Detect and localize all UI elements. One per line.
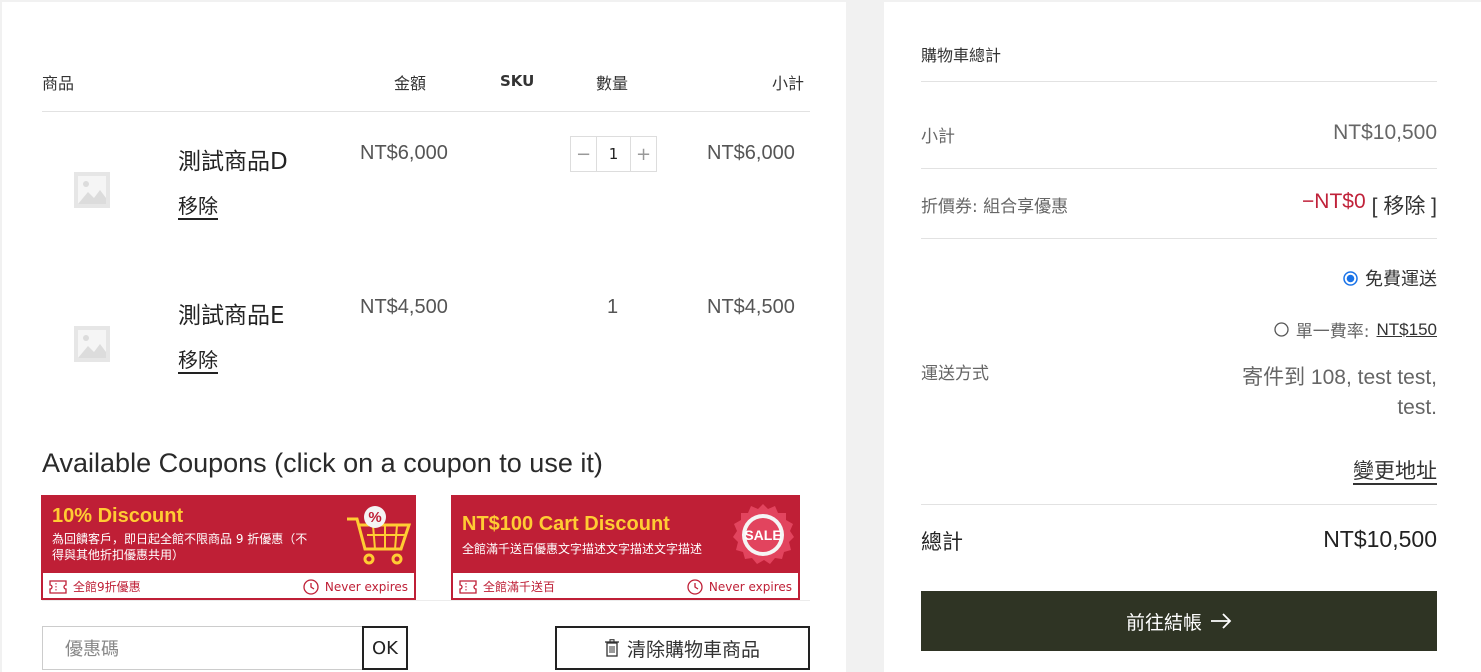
coupon-code-wrap: 全館9折優惠	[49, 578, 141, 595]
trash-icon	[604, 639, 619, 657]
shopping-cart-discount-icon: %	[347, 506, 412, 565]
divider	[921, 504, 1437, 505]
coupon-header: NT$100 Cart Discount 全館滿千送百優惠文字描述文字描述文字描…	[453, 497, 798, 573]
placeholder-image-icon	[74, 326, 110, 362]
product-name[interactable]: 測試商品D	[178, 142, 288, 176]
ship-to-address-line2: test.	[1397, 396, 1437, 419]
coupon-footer: 全館滿千送百 Never expires	[453, 573, 798, 600]
clear-cart-button[interactable]: 清除購物車商品	[555, 626, 810, 670]
coupon-footer: 全館9折優惠 Never expires	[43, 573, 414, 600]
coupon-badge: %	[368, 509, 381, 526]
coupon-badge: SALE	[744, 527, 781, 543]
ticket-icon	[49, 579, 67, 594]
header-price: 金額	[394, 74, 427, 93]
product-name[interactable]: 測試商品E	[178, 296, 285, 330]
arrow-right-icon	[1211, 613, 1232, 629]
shipping-option-flat[interactable]: 單一費率: NT$150	[1274, 317, 1437, 342]
coupon-desc: 為回饋客戶，即日起全館不限商品 9 折優惠（不	[52, 532, 308, 546]
ship-to-address: 寄件到 108, test test,	[1242, 366, 1437, 389]
coupons-title: Available Coupons (click on a coupon to …	[42, 448, 603, 478]
header-sku: SKU	[500, 72, 535, 90]
shipping-free-label: 免費運送	[1365, 269, 1437, 290]
sale-badge-icon: SALE	[733, 504, 794, 564]
coupon-card[interactable]: NT$100 Cart Discount 全館滿千送百優惠文字描述文字描述文字描…	[451, 495, 800, 600]
total-label: 總計	[921, 530, 963, 554]
coupon-desc-line2: 得與其他折扣優惠共用）	[52, 548, 185, 562]
coupon-expiry-wrap: Never expires	[687, 578, 792, 595]
coupon-divider	[42, 600, 810, 601]
clock-icon	[303, 578, 319, 595]
shipping-flat-price: NT$150	[1376, 319, 1437, 339]
plus-icon[interactable]: +	[631, 137, 656, 171]
clear-cart-label: 清除購物車商品	[626, 638, 760, 661]
coupon-title: 10% Discount	[52, 505, 184, 527]
coupon-code-wrap: 全館滿千送百	[459, 578, 555, 595]
radio-unchecked-icon[interactable]	[1274, 322, 1289, 337]
radio-checked-icon[interactable]	[1343, 270, 1358, 286]
coupon-expiry: Never expires	[708, 579, 792, 594]
quantity-stepper[interactable]: − 1 +	[570, 136, 657, 172]
remove-coupon-link[interactable]: [ 移除 ]	[1372, 190, 1437, 220]
product-subtotal: NT$4,500	[707, 296, 795, 318]
quantity-value: 1	[607, 296, 619, 318]
product-subtotal: NT$6,000	[707, 142, 795, 164]
coupon-code-input[interactable]: 優惠碼	[42, 626, 364, 670]
shipping-flat-label: 單一費率:	[1295, 322, 1370, 342]
header-product: 商品	[42, 74, 75, 93]
proceed-to-checkout-button[interactable]: 前往結帳	[921, 591, 1437, 651]
coupon-code: 全館滿千送百	[483, 580, 556, 594]
product-price: NT$6,000	[360, 142, 448, 164]
quantity-value[interactable]: 1	[596, 137, 631, 171]
coupon-desc: 全館滿千送百優惠文字描述文字描述文字描述	[462, 542, 703, 556]
remove-link[interactable]: 移除	[178, 190, 218, 219]
subtotal-label: 小計	[921, 127, 955, 147]
shipping-label: 運送方式	[921, 364, 989, 384]
divider	[921, 238, 1437, 239]
coupon-header: 10% Discount 為回饋客戶，即日起全館不限商品 9 折優惠（不 得與其…	[43, 497, 414, 573]
shipping-option-free[interactable]: 免費運送	[1343, 265, 1437, 291]
cart-totals-panel: 購物車總計 小計 NT$10,500 折價券: 組合享優惠 −NT$0 [ 移除…	[884, 2, 1481, 672]
header-divider	[42, 111, 810, 112]
coupon-discount-value: −NT$0	[1302, 190, 1366, 213]
divider	[921, 81, 1437, 82]
coupon-title: NT$100 Cart Discount	[462, 513, 670, 535]
coupon-label: 折價券: 組合享優惠	[921, 197, 1069, 217]
product-price: NT$4,500	[360, 296, 448, 318]
header-quantity: 數量	[596, 74, 629, 93]
clock-icon	[687, 578, 703, 595]
minus-icon[interactable]: −	[571, 137, 596, 171]
coupon-code: 全館9折優惠	[73, 580, 141, 594]
coupon-expiry-wrap: Never expires	[303, 578, 408, 595]
cart-panel: 商品 金額 SKU 數量 小計 測試商品D 移除 NT$6,000 − 1 + …	[2, 2, 846, 672]
ticket-icon	[459, 579, 477, 594]
header-subtotal: 小計	[772, 74, 805, 93]
apply-coupon-button[interactable]: OK	[362, 626, 408, 670]
divider	[921, 168, 1437, 169]
total-value: NT$10,500	[1323, 526, 1437, 552]
remove-link[interactable]: 移除	[178, 344, 218, 373]
coupon-expiry: Never expires	[324, 579, 408, 594]
coupon-card[interactable]: 10% Discount 為回饋客戶，即日起全館不限商品 9 折優惠（不 得與其…	[41, 495, 416, 600]
checkout-label: 前往結帳	[1125, 611, 1202, 634]
totals-title: 購物車總計	[921, 46, 1002, 65]
coupon-discount: −NT$0 [ 移除 ]	[1302, 190, 1437, 220]
change-address-link[interactable]: 變更地址	[1353, 455, 1437, 485]
placeholder-image-icon	[74, 172, 110, 208]
subtotal-value: NT$10,500	[1333, 121, 1437, 144]
